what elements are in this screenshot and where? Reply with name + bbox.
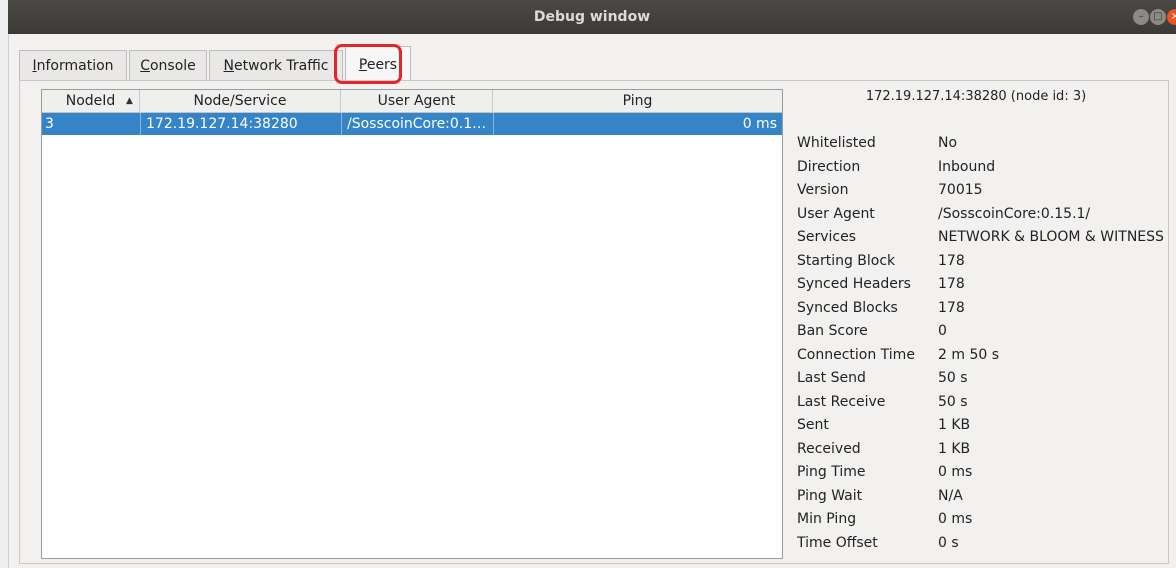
- window-body: Information Console Network Traffic Peer…: [8, 34, 1176, 568]
- detail-value: N/A: [938, 487, 963, 504]
- detail-value: 50 s: [938, 393, 968, 410]
- detail-label: Min Ping: [797, 511, 857, 527]
- tab-network-traffic-label: etwork Traffic: [233, 58, 329, 74]
- window-title: Debug window: [533, 9, 651, 25]
- detail-label: Last Receive: [797, 393, 886, 410]
- detail-value: /SosscoinCore:0.15.1/: [938, 205, 1091, 222]
- detail-label: Sent: [797, 417, 829, 433]
- close-icon: ×: [1170, 11, 1176, 22]
- tab-information-label: nformation: [36, 58, 114, 74]
- detail-label: Last Send: [797, 370, 866, 386]
- detail-value: 2 m 50 s: [938, 346, 1000, 363]
- detail-label: Time Offset: [797, 534, 878, 551]
- peers-panel: NodeId ▲ Node/Service User Agent Ping 3 1…: [19, 80, 1169, 564]
- detail-label: Whitelisted: [797, 135, 876, 151]
- column-divider: [140, 113, 141, 135]
- column-header-nodeid[interactable]: NodeId ▲: [42, 90, 140, 112]
- column-divider: [341, 113, 342, 135]
- detail-label: Connection Time: [797, 346, 915, 363]
- detail-value: 178: [938, 276, 965, 292]
- maximize-button[interactable]: □: [1150, 9, 1166, 25]
- detail-value: 0 s: [938, 534, 959, 551]
- detail-value: 50 s: [938, 370, 968, 386]
- column-header-node-service[interactable]: Node/Service: [140, 90, 341, 112]
- detail-label: User Agent: [797, 205, 875, 222]
- detail-value: Inbound: [938, 158, 996, 175]
- detail-label: Ping Wait: [797, 487, 863, 504]
- peer-detail-header: 172.19.127.14:38280 (node id: 3): [865, 89, 1087, 104]
- detail-value: 0 ms: [938, 511, 973, 527]
- detail-label: Version: [797, 182, 849, 198]
- detail-label: Ping Time: [797, 464, 866, 480]
- detail-label: Starting Block: [797, 252, 896, 269]
- detail-label: Direction: [797, 158, 861, 175]
- maximize-icon: □: [1153, 11, 1163, 22]
- table-header: NodeId ▲ Node/Service User Agent Ping: [42, 90, 782, 113]
- detail-value: NETWORK & BLOOM & WITNESS: [938, 229, 1164, 245]
- tab-network-traffic[interactable]: Network Traffic: [209, 50, 343, 80]
- highlight-box: [334, 44, 402, 84]
- tab-console-label: onsole: [149, 58, 196, 74]
- title-bar[interactable]: Debug window – □ ×: [8, 0, 1176, 34]
- table-row[interactable]: 3 172.19.127.14:38280 /SosscoinCore:0.1……: [42, 113, 782, 135]
- sort-ascending-icon: ▲: [126, 96, 133, 106]
- close-button[interactable]: ×: [1167, 9, 1176, 25]
- detail-value: 0 ms: [938, 464, 973, 480]
- tab-console-accel: C: [140, 58, 150, 74]
- detail-value: 0: [938, 323, 947, 339]
- tab-information[interactable]: Information: [19, 50, 127, 80]
- detail-label: Synced Blocks: [797, 299, 898, 316]
- column-divider: [493, 113, 494, 135]
- minimize-icon: –: [1138, 11, 1144, 22]
- cell-node-service: 172.19.127.14:38280: [146, 116, 298, 132]
- cell-ping: 0 ms: [742, 116, 777, 132]
- detail-label: Synced Headers: [797, 276, 911, 292]
- detail-value: 1 KB: [938, 417, 971, 433]
- detail-label: Services: [797, 229, 857, 245]
- tab-console[interactable]: Console: [129, 50, 207, 80]
- detail-value: 178: [938, 252, 965, 269]
- cell-user-agent: /SosscoinCore:0.1…: [347, 116, 487, 132]
- column-header-user-agent[interactable]: User Agent: [341, 90, 493, 112]
- column-header-nodeid-label: NodeId: [65, 93, 116, 109]
- peers-table[interactable]: NodeId ▲ Node/Service User Agent Ping 3 1…: [41, 89, 783, 559]
- detail-value: 178: [938, 299, 965, 316]
- detail-label: Ban Score: [797, 323, 868, 339]
- detail-value: 70015: [938, 182, 983, 198]
- detail-label: Received: [797, 440, 861, 457]
- column-header-ping[interactable]: Ping: [493, 90, 782, 112]
- tab-network-traffic-accel: N: [223, 58, 234, 74]
- minimize-button[interactable]: –: [1133, 9, 1149, 25]
- cell-nodeid: 3: [45, 116, 54, 132]
- detail-value: 1 KB: [938, 440, 971, 457]
- detail-value: No: [938, 135, 958, 151]
